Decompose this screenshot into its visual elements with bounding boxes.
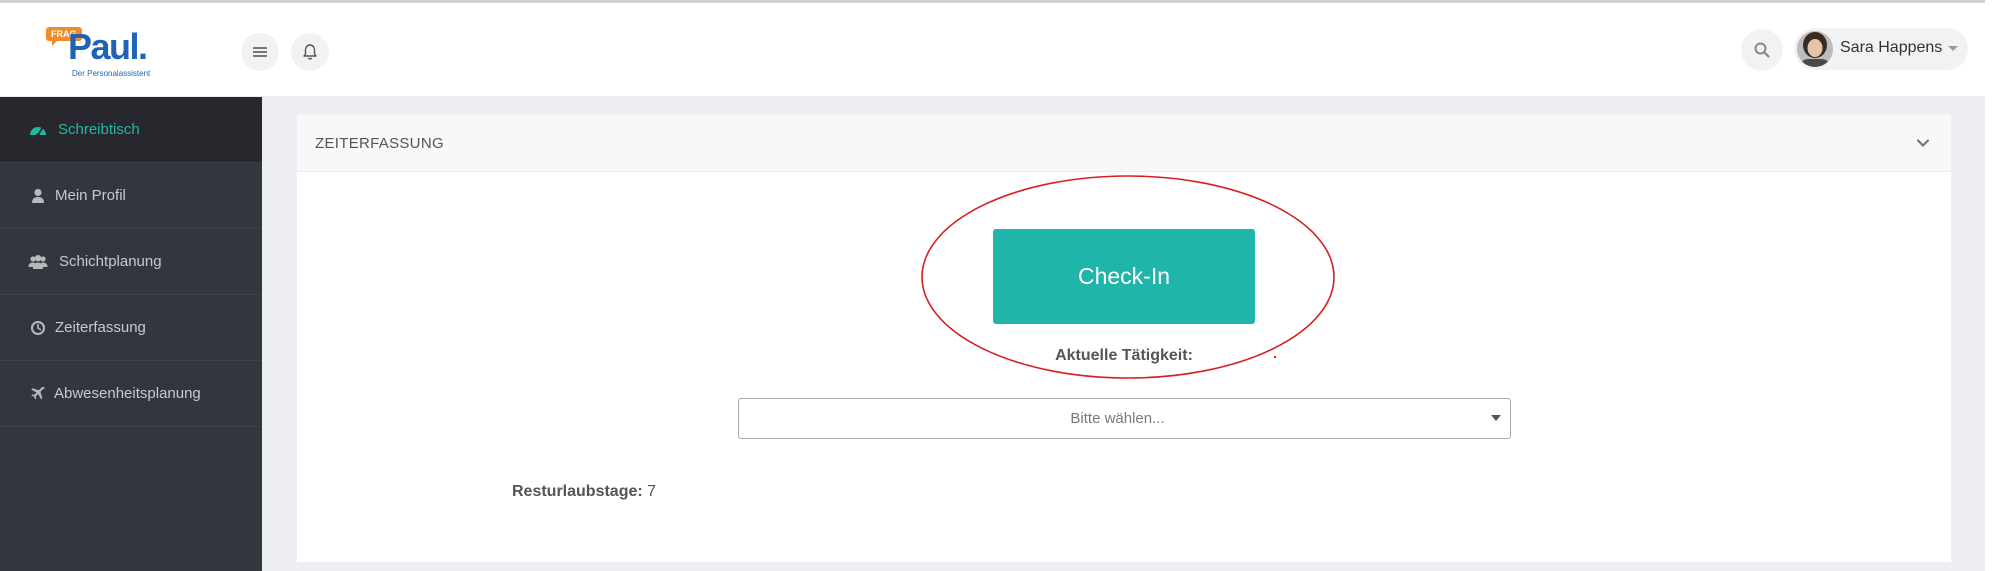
search-icon (1754, 42, 1770, 58)
avatar (1797, 31, 1833, 67)
sidebar-item-abwesenheitsplanung[interactable]: Abwesenheitsplanung (0, 361, 262, 427)
activity-select[interactable]: Bitte wählen... (738, 398, 1511, 439)
panel-header[interactable]: ZEITERFASSUNG (297, 115, 1951, 172)
logo-wordmark: Paul. (68, 26, 148, 67)
sidebar-item-label: Schreibtisch (58, 121, 140, 138)
activity-label: Aktuelle Tätigkeit: (1055, 347, 1193, 364)
user-icon (28, 163, 48, 229)
notifications-button[interactable] (291, 33, 329, 71)
panel-title: ZEITERFASSUNG (315, 135, 444, 152)
search-button[interactable] (1741, 29, 1783, 71)
sidebar-item-label: Schichtplanung (59, 253, 162, 270)
user-menu[interactable]: Sara Happens (1794, 28, 1968, 70)
user-name: Sara Happens (1840, 39, 1943, 56)
clock-icon (28, 295, 48, 361)
remaining-vacation: Resturlaubstage: 7 (512, 483, 656, 501)
caret-down-icon (1491, 415, 1501, 421)
dashboard-icon (28, 97, 48, 163)
sidebar-item-label: Mein Profil (55, 187, 126, 204)
chevron-down-icon[interactable] (1913, 133, 1933, 153)
plane-icon (28, 361, 48, 427)
logo[interactable]: FRAG Paul. Der Personalassistent (46, 25, 166, 81)
check-in-button[interactable]: Check-In (993, 229, 1255, 324)
top-header: FRAG Paul. Der Personalassistent Sara Ha… (0, 3, 1985, 97)
users-icon (28, 229, 48, 295)
caret-down-icon (1948, 46, 1958, 51)
main-content: ZEITERFASSUNG Check-In Aktuelle Tätigkei… (262, 97, 1985, 571)
sidebar-item-schichtplanung[interactable]: Schichtplanung (0, 229, 262, 295)
time-tracking-panel: ZEITERFASSUNG Check-In Aktuelle Tätigkei… (297, 115, 1951, 562)
remaining-vacation-label: Resturlaubstage: (512, 483, 643, 500)
logo-tagline: Der Personalassistent (72, 69, 151, 78)
sidebar-item-zeiterfassung[interactable]: Zeiterfassung (0, 295, 262, 361)
menu-icon (253, 47, 267, 57)
sidebar: Schreibtisch Mein Profil Schichtplanung (0, 97, 262, 571)
sidebar-item-schreibtisch[interactable]: Schreibtisch (0, 97, 262, 163)
menu-toggle-button[interactable] (241, 33, 279, 71)
bell-icon (303, 44, 317, 60)
sidebar-item-label: Abwesenheitsplanung (54, 385, 201, 402)
remaining-vacation-value: 7 (647, 483, 657, 500)
scrollbar-gutter (1985, 0, 2000, 571)
annotation-mark (1274, 356, 1276, 358)
sidebar-item-label: Zeiterfassung (55, 319, 146, 336)
activity-select-placeholder: Bitte wählen... (1070, 410, 1165, 427)
sidebar-item-mein-profil[interactable]: Mein Profil (0, 163, 262, 229)
